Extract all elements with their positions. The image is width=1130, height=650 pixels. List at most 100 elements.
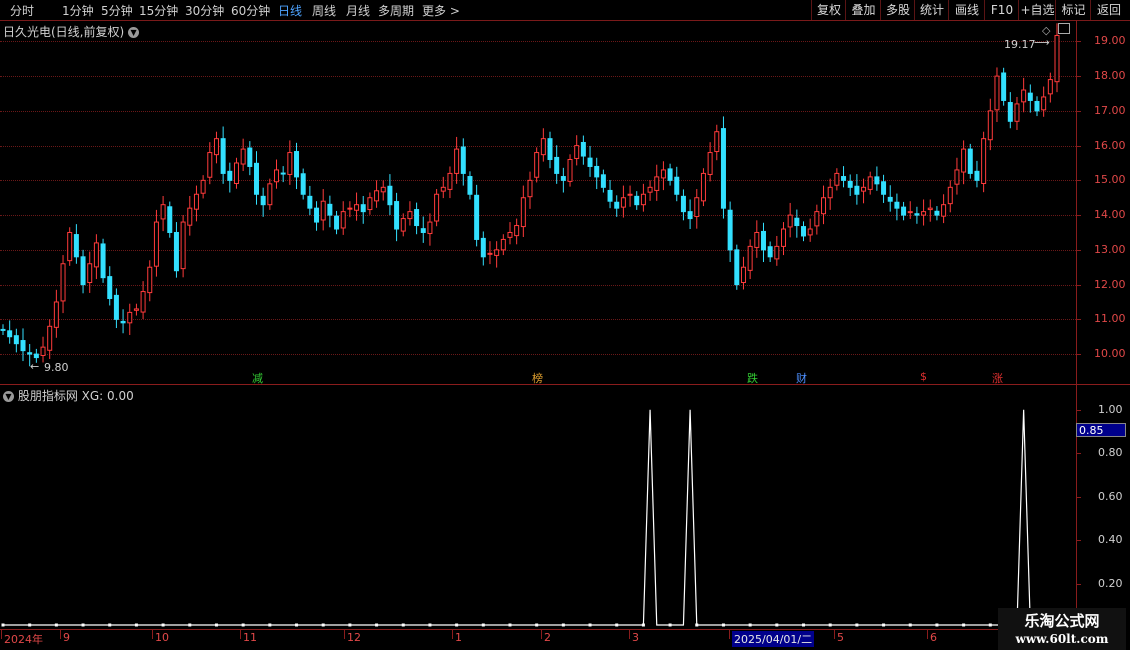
candle-body (594, 165, 600, 178)
period-tab-8[interactable]: 月线 (346, 2, 370, 19)
candle-body (707, 152, 713, 175)
xg-zero-dot (81, 623, 85, 627)
candle-body (534, 152, 540, 178)
candle-body (327, 203, 333, 216)
xg-zero-dot (321, 623, 325, 627)
period-tab-9[interactable]: 多周期 (378, 2, 414, 19)
candle-body (787, 214, 793, 228)
candle-body (554, 156, 560, 174)
candle-body (694, 197, 700, 218)
toolbar-button-2[interactable]: 多股 (880, 0, 915, 20)
candle-body (847, 180, 853, 188)
candlestick-chart[interactable] (0, 20, 1076, 384)
x-tick-mark (60, 630, 61, 639)
candle-body (354, 204, 360, 211)
candle-body (220, 138, 226, 174)
candle-body (921, 211, 927, 216)
candle-body (60, 263, 66, 302)
toolbar-button-0[interactable]: 复权 (811, 0, 846, 20)
price-tick-label: 17.00 (1094, 104, 1126, 117)
watermark-title: 乐淘公式网 (1024, 612, 1100, 630)
high-price-label: 19.17 (1004, 38, 1036, 51)
candle-body (527, 179, 533, 198)
candle-body (447, 172, 453, 190)
candle-body (360, 204, 366, 213)
period-tab-3[interactable]: 15分钟 (139, 2, 178, 19)
xg-zero-dot (508, 623, 512, 627)
candle-body (1007, 102, 1013, 122)
xg-zero-dot (775, 623, 779, 627)
period-tab-4[interactable]: 30分钟 (185, 2, 224, 19)
candle-body (954, 169, 960, 185)
y-tick-mark (1076, 111, 1081, 112)
period-tab-6[interactable]: 日线 (278, 2, 302, 19)
candle-body (801, 226, 807, 237)
candle-body (814, 211, 820, 227)
candle-body (634, 195, 640, 206)
price-tick-label: 13.00 (1094, 243, 1126, 256)
event-marker[interactable]: 跌 (746, 370, 759, 386)
period-tab-2[interactable]: 5分钟 (101, 2, 133, 19)
candle-body (400, 218, 406, 232)
event-marker[interactable]: $ (919, 370, 928, 383)
candle-body (867, 176, 873, 190)
x-tick-mark (629, 630, 630, 639)
xg-zero-dot (375, 623, 379, 627)
toolbar-button-6[interactable]: +自选 (1018, 0, 1056, 20)
y-tick-mark (1076, 146, 1081, 147)
candle-body (654, 176, 660, 191)
xg-indicator-chart[interactable] (0, 385, 1076, 629)
candle-body (180, 221, 186, 270)
candle-body (467, 176, 473, 195)
period-tab-10[interactable]: 更多 > (422, 2, 460, 19)
event-marker[interactable]: 榜 (531, 370, 544, 386)
xg-zero-dot (455, 623, 459, 627)
x-tick-mark (240, 630, 241, 639)
period-tab-0[interactable]: 分时 (10, 2, 34, 19)
xg-zero-dot (855, 623, 859, 627)
toolbar-button-3[interactable]: 统计 (914, 0, 949, 20)
indicator-tick-label: 0.80 (1098, 446, 1123, 459)
toolbar-button-1[interactable]: 叠加 (845, 0, 881, 20)
event-marker[interactable]: 减 (251, 370, 264, 386)
candle-body (727, 209, 733, 251)
candle-body (147, 266, 153, 294)
xg-zero-dot (268, 623, 272, 627)
event-marker[interactable]: 财 (795, 370, 808, 386)
candle-body (27, 352, 33, 355)
toolbar-button-5[interactable]: F10 (984, 0, 1019, 20)
toolbar-button-7[interactable]: 标记 (1055, 0, 1091, 20)
candle-body (774, 245, 780, 260)
xg-zero-dot (481, 623, 485, 627)
x-tick-mark (1, 630, 2, 639)
candle-body (240, 148, 246, 165)
candle-body (474, 194, 480, 240)
x-tick-mark (834, 630, 835, 639)
candle-body (961, 148, 967, 173)
candle-body (620, 197, 626, 208)
period-tab-7[interactable]: 周线 (312, 2, 336, 19)
xg-zero-dot (348, 623, 352, 627)
price-tick-label: 11.00 (1094, 312, 1126, 325)
candle-body (587, 157, 593, 167)
price-tick-label: 16.00 (1094, 139, 1126, 152)
xg-zero-dot (882, 623, 886, 627)
indicator-tick-label: 0.40 (1098, 533, 1123, 546)
y-tick-mark (1076, 354, 1081, 355)
candle-body (914, 213, 920, 216)
high-arrow-icon: ⟶ (1034, 36, 1050, 49)
xg-zero-dot (108, 623, 112, 627)
month-label: 10 (155, 631, 169, 644)
toolbar-button-8[interactable]: 返回 (1090, 0, 1127, 20)
candle-body (540, 138, 546, 156)
indicator-tick-label: 0.20 (1098, 577, 1123, 590)
event-marker[interactable]: 涨 (991, 370, 1004, 386)
candle-body (574, 145, 580, 159)
toolbar-button-4[interactable]: 画线 (948, 0, 985, 20)
candle-body (780, 228, 786, 247)
period-tab-5[interactable]: 60分钟 (231, 2, 270, 19)
xg-zero-dot (615, 623, 619, 627)
period-tab-1[interactable]: 1分钟 (62, 2, 94, 19)
candle-body (47, 325, 53, 351)
candle-body (53, 301, 59, 328)
